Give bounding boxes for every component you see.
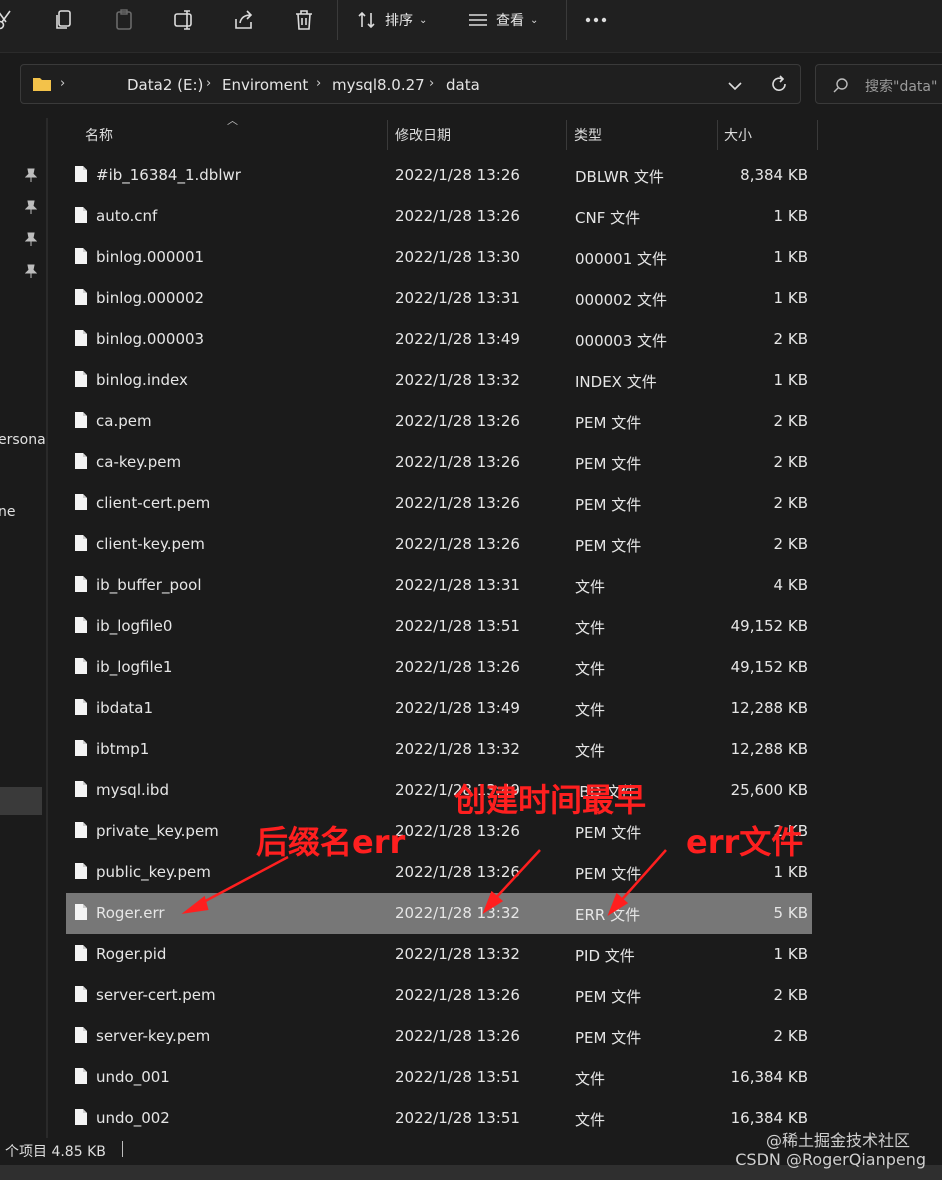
- arrow-earliest: [491, 849, 541, 903]
- arrow-errfile: [617, 849, 667, 905]
- annotation-arrows: [181, 849, 667, 917]
- annotation-earliest: 创建时间最早: [454, 781, 647, 819]
- annotation-errfile: err文件: [686, 823, 804, 861]
- arrow-suffix-head: [181, 895, 209, 914]
- watermark-juejin: @稀土掘金技术社区: [765, 1131, 910, 1150]
- watermark-csdn: CSDN @RogerQianpeng: [735, 1150, 926, 1169]
- annotation-suffix: 后缀名err: [256, 823, 406, 861]
- arrow-suffix: [195, 855, 289, 908]
